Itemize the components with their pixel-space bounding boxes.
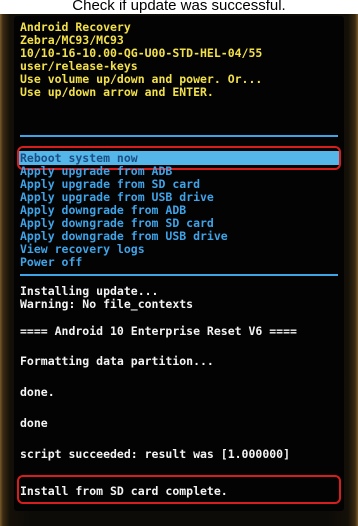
log-banner: ==== Android 10 Enterprise Reset V6 ==== — [20, 324, 297, 338]
top-divider — [20, 135, 338, 137]
log-done-2: done — [20, 416, 48, 430]
header-hint-arrows: Use up/down arrow and ENTER. — [20, 85, 214, 99]
menu-item-power-off[interactable]: Power off — [20, 256, 82, 269]
log-formatting: Formatting data partition... — [20, 354, 214, 368]
log-warning: Warning: No file_contexts — [20, 297, 194, 311]
recovery-screen: Android Recovery Zebra/MC93/MC93 10/10-1… — [14, 16, 344, 511]
complete-highlight-box — [17, 475, 341, 504]
device-frame: Android Recovery Zebra/MC93/MC93 10/10-1… — [0, 14, 358, 526]
bottom-divider — [20, 274, 338, 276]
log-done-1: done. — [20, 385, 55, 399]
log-script-result: script succeeded: result was [1.000000] — [20, 447, 291, 461]
